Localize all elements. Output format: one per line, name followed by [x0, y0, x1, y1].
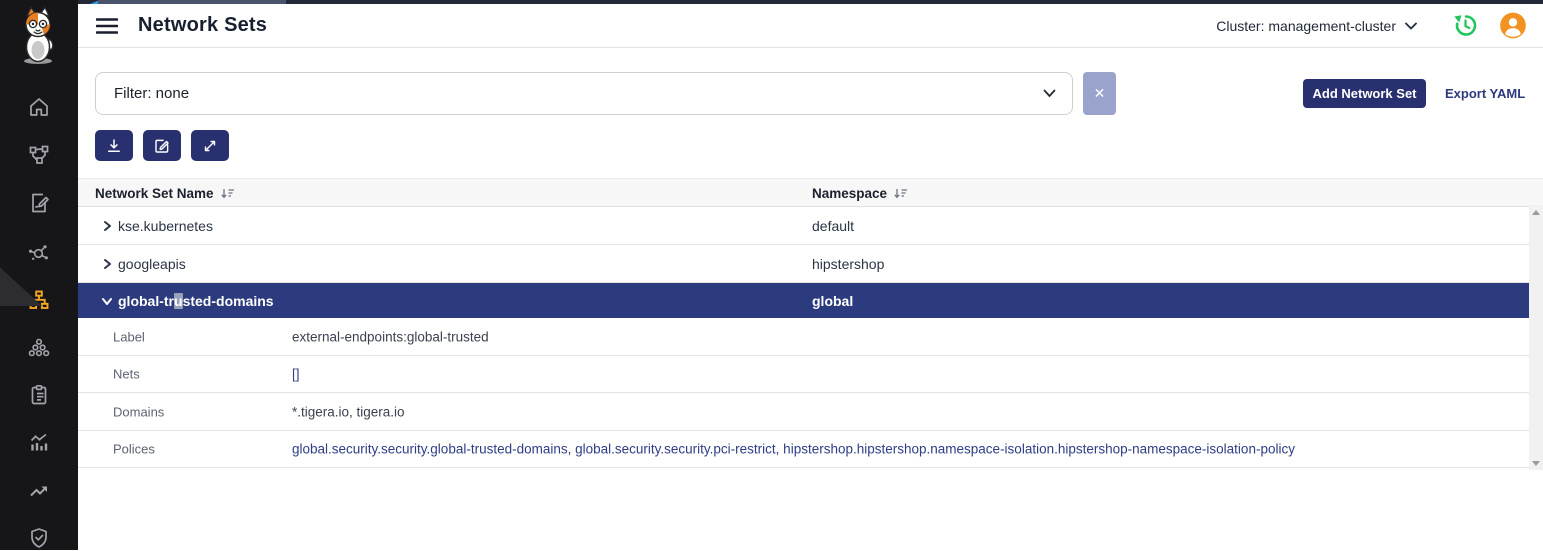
detail-label: Nets	[113, 367, 140, 382]
network-set-name: global-trusted-domains	[118, 293, 274, 309]
network-set-name: googleapis	[118, 256, 186, 272]
network-set-name: kse.kubernetes	[118, 218, 213, 234]
chevron-down-icon	[100, 294, 114, 308]
add-network-set-button[interactable]: Add Network Set	[1303, 79, 1426, 108]
chevron-down-icon	[1405, 22, 1417, 30]
sidebar-item-flow-visualization[interactable]	[26, 239, 52, 265]
sidebar-item-compliance-reports[interactable]	[26, 382, 52, 408]
molecule-icon	[27, 240, 51, 264]
cluster-selector-label: Cluster: management-cluster	[1216, 18, 1396, 34]
table-row-global-trusted-domains-selected[interactable]: global-trusted-domains global	[78, 283, 1529, 318]
detail-value: external-endpoints:global-trusted	[292, 329, 489, 344]
detail-value: *.tigera.io, tigera.io	[292, 404, 405, 419]
sort-icon	[893, 188, 908, 200]
detail-label: Polices	[113, 442, 155, 457]
namespace: global	[812, 293, 853, 309]
namespace: default	[812, 218, 854, 234]
download-icon	[105, 137, 123, 155]
namespace: hipstershop	[812, 256, 884, 272]
column-header-network-set-name[interactable]: Network Set Name	[95, 179, 235, 208]
chart-metrics-icon	[27, 431, 51, 455]
table-row-kse-kubernetes[interactable]: kse.kubernetes default	[78, 207, 1529, 245]
table-header: Network Set Name Namespace	[78, 178, 1543, 207]
scroll-down-arrow[interactable]	[1529, 456, 1543, 470]
chevron-right-icon	[100, 257, 114, 271]
calico-cat-logo	[15, 5, 61, 70]
detail-value: []	[292, 367, 300, 382]
top-header: Network Sets Cluster: management-cluster	[78, 4, 1543, 48]
sidebar-item-trending[interactable]	[26, 478, 52, 504]
clear-filter-button[interactable]: ✕	[1083, 72, 1116, 115]
history-button[interactable]	[1451, 12, 1479, 40]
column-label: Namespace	[812, 186, 887, 201]
name-prefix: global-tr	[118, 293, 174, 309]
scroll-up-arrow[interactable]	[1529, 205, 1543, 219]
detail-row-polices: Polices global.security.security.global-…	[78, 431, 1529, 468]
user-avatar-icon	[1499, 11, 1527, 40]
table-row-googleapis[interactable]: googleapis hipstershop	[78, 245, 1529, 283]
detail-label: Label	[113, 329, 145, 344]
sidebar-item-service-graph[interactable]	[26, 142, 52, 168]
sidebar-item-clusters[interactable]	[26, 335, 52, 361]
policy-document-icon	[27, 191, 51, 215]
name-suffix: sted-domains	[183, 293, 274, 309]
vertical-scrollbar[interactable]	[1529, 205, 1543, 470]
strip-gray-segment	[98, 0, 286, 4]
service-graph-icon	[27, 143, 51, 167]
hamburger-icon	[96, 17, 118, 35]
sidebar-item-home[interactable]	[26, 94, 52, 120]
main-content: Filter: none ✕ Add Network Set Export YA…	[78, 48, 1543, 550]
expand-icon	[201, 137, 219, 155]
shield-check-icon	[27, 526, 51, 550]
edit-button[interactable]	[143, 130, 181, 161]
text-cursor-highlight: u	[174, 293, 183, 309]
detail-row-domains: Domains *.tigera.io, tigera.io	[78, 393, 1529, 431]
trending-up-icon	[27, 479, 51, 503]
column-label: Network Set Name	[95, 186, 214, 201]
history-icon	[1452, 12, 1479, 39]
sort-icon	[220, 188, 235, 200]
detail-label: Domains	[113, 404, 164, 419]
expand-button[interactable]	[191, 130, 229, 161]
sidebar-item-metrics[interactable]	[26, 430, 52, 456]
sidebar-item-security[interactable]	[26, 525, 52, 551]
sidebar-item-policies[interactable]	[26, 190, 52, 216]
cluster-selector[interactable]: Cluster: management-cluster	[1216, 18, 1417, 34]
detail-row-nets: Nets []	[78, 356, 1529, 393]
cat-mascot-icon	[15, 5, 61, 65]
page-title: Network Sets	[138, 14, 267, 37]
hamburger-menu-button[interactable]	[96, 17, 118, 35]
filter-dropdown[interactable]: Filter: none	[95, 72, 1073, 115]
download-button[interactable]	[95, 130, 133, 161]
home-icon	[27, 95, 51, 119]
detail-value-policy-links[interactable]: global.security.security.global-trusted-…	[292, 442, 1295, 457]
edit-icon	[153, 137, 171, 155]
detail-row-label: Label external-endpoints:global-trusted	[78, 318, 1529, 356]
chevron-right-icon	[100, 219, 114, 233]
column-header-namespace[interactable]: Namespace	[812, 179, 908, 208]
clipboard-icon	[27, 383, 51, 407]
export-yaml-link[interactable]: Export YAML	[1445, 79, 1525, 108]
sidebar	[0, 0, 78, 550]
user-avatar-button[interactable]	[1499, 12, 1527, 40]
clusters-icon	[27, 336, 51, 360]
browser-progress-strip	[78, 0, 1543, 4]
filter-value: Filter: none	[114, 85, 189, 102]
chevron-down-icon	[1043, 89, 1056, 98]
